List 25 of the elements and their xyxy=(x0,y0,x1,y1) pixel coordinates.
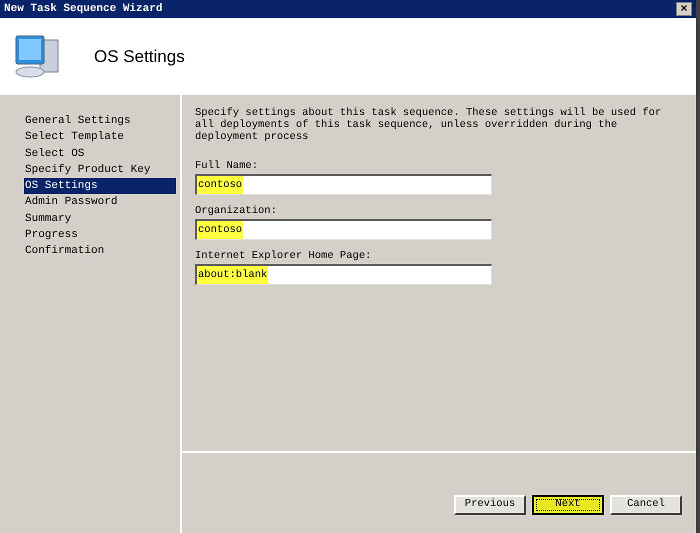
sidebar-item[interactable]: Progress xyxy=(24,227,176,244)
description-text: Specify settings about this task sequence. These settings will be used for all deployments of this task sequence, unless overridden during the deployment process xyxy=(195,107,662,143)
field-value: contoso xyxy=(197,176,244,194)
wizard-button[interactable]: Next xyxy=(532,495,604,515)
field-value: about:blank xyxy=(197,266,268,284)
close-button[interactable]: × xyxy=(676,2,692,16)
field-label: Full Name: xyxy=(195,159,260,173)
field-value: contoso xyxy=(197,221,244,239)
sidebar-item[interactable]: Select OS xyxy=(24,146,176,162)
text-field[interactable]: contoso xyxy=(195,219,492,240)
sidebar-item[interactable]: Confirmation xyxy=(24,243,176,260)
wizard-button[interactable]: Cancel xyxy=(610,495,682,515)
field-label: Organization: xyxy=(195,204,278,218)
sidebar-item[interactable]: Admin Password xyxy=(24,194,176,211)
sidebar-item[interactable]: Specify Product Key xyxy=(24,162,176,178)
field-label: Internet Explorer Home Page: xyxy=(195,249,372,263)
sidebar-item[interactable]: Select Template xyxy=(24,129,176,146)
text-field[interactable]: contoso xyxy=(195,174,492,195)
wizard-button[interactable]: Previous xyxy=(454,495,526,515)
sidebar-item[interactable]: General Settings xyxy=(24,113,176,130)
sidebar-item[interactable]: Summary xyxy=(24,210,176,228)
page-title: OS Settings xyxy=(94,46,185,68)
sidebar-item[interactable]: OS Settings xyxy=(24,178,176,194)
text-field[interactable]: about:blank xyxy=(195,264,492,285)
window-title: New Task Sequence Wizard xyxy=(4,2,162,17)
